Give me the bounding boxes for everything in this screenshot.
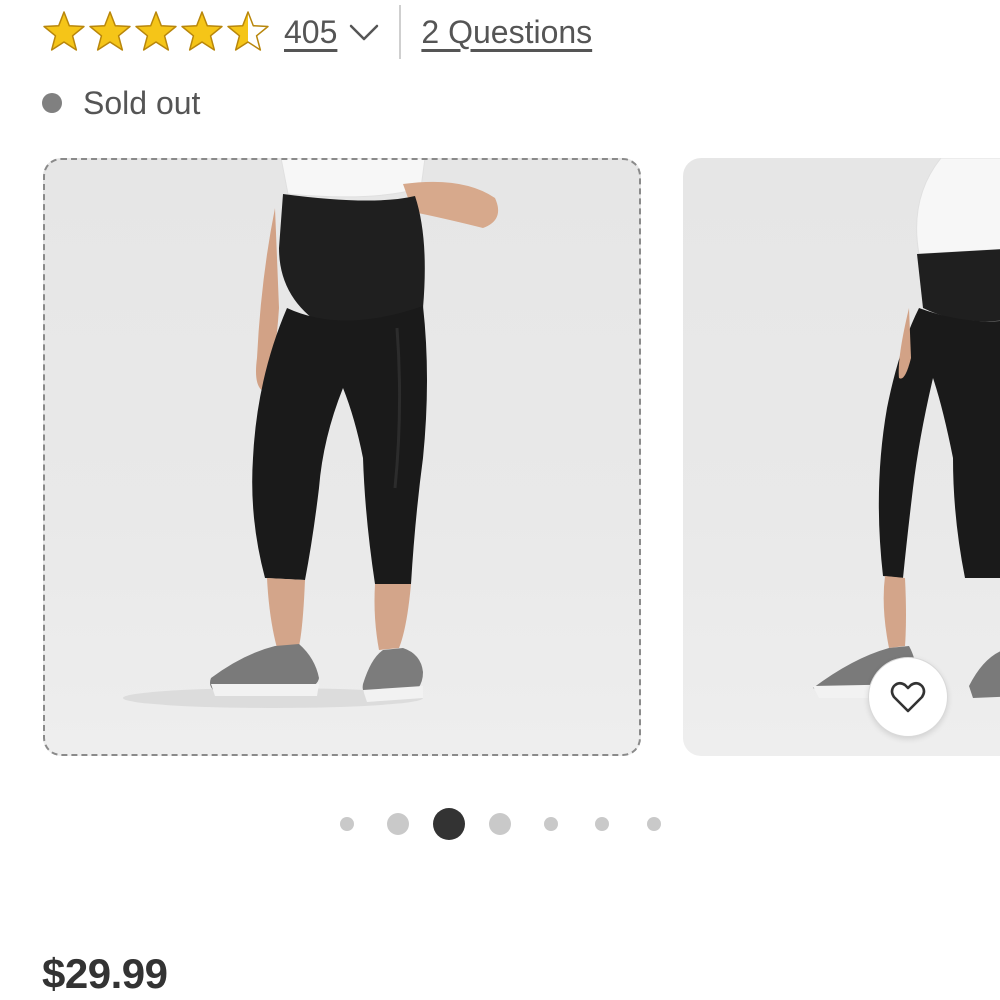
chevron-down-icon[interactable] <box>347 20 381 44</box>
stock-status: Sold out <box>42 82 200 124</box>
pagination-dot[interactable] <box>489 813 511 835</box>
product-image-carousel[interactable] <box>0 158 1000 758</box>
star-rating[interactable] <box>42 10 272 54</box>
pagination-dot[interactable] <box>340 817 354 831</box>
stock-status-label: Sold out <box>83 84 201 121</box>
star-filled-icon <box>89 11 131 51</box>
product-image <box>813 158 1000 698</box>
pagination-dot[interactable] <box>647 817 661 831</box>
carousel-slide-next[interactable] <box>683 158 1000 756</box>
pagination-dot-active[interactable] <box>433 808 465 840</box>
product-detail-page: 405 2 Questions Sold out $29.99 <box>0 0 1000 1000</box>
carousel-slide-main[interactable] <box>43 158 641 756</box>
carousel-pagination <box>0 806 1000 842</box>
favorite-button[interactable] <box>868 657 948 737</box>
product-price: $29.99 <box>42 950 168 997</box>
pagination-dot[interactable] <box>544 817 558 831</box>
star-filled-icon <box>181 11 223 51</box>
star-filled-icon <box>135 11 177 51</box>
heart-outline-icon <box>890 681 926 713</box>
review-count-link[interactable]: 405 <box>284 14 337 51</box>
divider <box>399 5 402 59</box>
questions-link[interactable]: 2 Questions <box>421 14 592 51</box>
rating-row: 405 2 Questions <box>42 5 592 59</box>
pagination-dot[interactable] <box>387 813 409 835</box>
pagination-dot[interactable] <box>595 817 609 831</box>
star-half-icon <box>227 11 269 51</box>
product-image <box>123 158 499 708</box>
star-filled-icon <box>43 11 85 51</box>
status-dot-icon <box>42 93 62 113</box>
